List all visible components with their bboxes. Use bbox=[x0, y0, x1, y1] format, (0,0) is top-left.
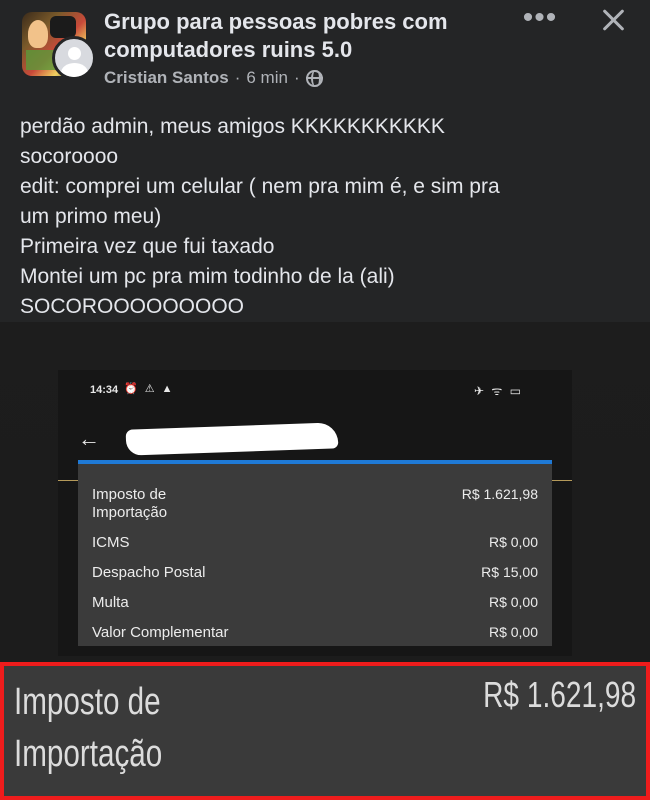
group-name-link[interactable]: Grupo para pessoas pobres com computador… bbox=[104, 8, 514, 64]
more-dots-icon[interactable]: ••• bbox=[522, 3, 558, 33]
status-time: 14:34 bbox=[90, 384, 119, 396]
status-system-icons: ✈ ᯤ ▭ bbox=[474, 384, 524, 398]
arrow-left-icon: ← bbox=[78, 426, 100, 451]
post-line: Primeira vez que fui taxado bbox=[20, 235, 275, 258]
tax-label: Imposto de Importação bbox=[92, 486, 168, 521]
post-line: SOCOROOOOOOOOO bbox=[20, 295, 245, 318]
tax-value: R$ 1.621,98 bbox=[461, 486, 538, 502]
post-header: Grupo para pessoas pobres com computador… bbox=[0, 0, 650, 100]
zoom-label-line1: Imposto de bbox=[14, 681, 161, 723]
tax-value: R$ 15,00 bbox=[481, 564, 538, 580]
close-icon[interactable] bbox=[596, 4, 630, 38]
tax-value: R$ 0,00 bbox=[488, 594, 538, 610]
post-line: socoroooo bbox=[20, 145, 119, 168]
tax-label: Multa bbox=[92, 594, 129, 611]
post-meta: Cristian Santos · 6 min · bbox=[104, 68, 323, 88]
tax-value: R$ 0,00 bbox=[488, 534, 538, 550]
phone-screenshot: 14:34 ⏰ ⚠ ▲ ✈ ᯤ ▭ ← Imposto de Importaçã… bbox=[58, 370, 572, 656]
post-image[interactable]: 14:34 ⏰ ⚠ ▲ ✈ ᯤ ▭ ← Imposto de Importaçã… bbox=[0, 322, 650, 800]
tax-label: Despacho Postal bbox=[92, 564, 206, 581]
tax-card: Imposto de Importação R$ 1.621,98 ICMS R… bbox=[78, 460, 552, 646]
user-avatar[interactable] bbox=[52, 36, 96, 80]
post-line: edit: comprei um celular ( nem pra mim é… bbox=[20, 175, 500, 198]
zoom-label-line2: Importação bbox=[14, 733, 163, 775]
post-line: perdão admin, meus amigos KKKKKKKKKKK bbox=[20, 115, 445, 138]
post-line: um primo meu) bbox=[20, 205, 162, 228]
redaction-scribble bbox=[125, 422, 339, 456]
tax-label: Valor Complementar bbox=[92, 624, 229, 641]
author-name-link[interactable]: Cristian Santos bbox=[104, 68, 229, 88]
post-timestamp[interactable]: 6 min bbox=[246, 68, 288, 88]
zoom-label: Imposto de Importação bbox=[14, 676, 162, 780]
tax-label: ICMS bbox=[92, 534, 130, 551]
zoom-value: R$ 1.621,98 bbox=[482, 674, 636, 715]
post-line: Montei um pc pra mim todinho de la (ali) bbox=[20, 265, 395, 288]
post-text: perdão admin, meus amigos KKKKKKKKKKK so… bbox=[20, 112, 640, 322]
meta-separator-2: · bbox=[293, 68, 300, 87]
status-notification-icons: ⏰ ⚠ ▲ bbox=[124, 383, 175, 395]
tax-value: R$ 0,00 bbox=[488, 624, 538, 640]
status-bar: 14:34 ⏰ ⚠ ▲ ✈ ᯤ ▭ bbox=[58, 370, 572, 406]
globe-icon bbox=[305, 69, 323, 87]
meta-separator: · bbox=[234, 68, 241, 87]
zoomed-highlight: Imposto de Importação R$ 1.621,98 bbox=[0, 662, 650, 800]
